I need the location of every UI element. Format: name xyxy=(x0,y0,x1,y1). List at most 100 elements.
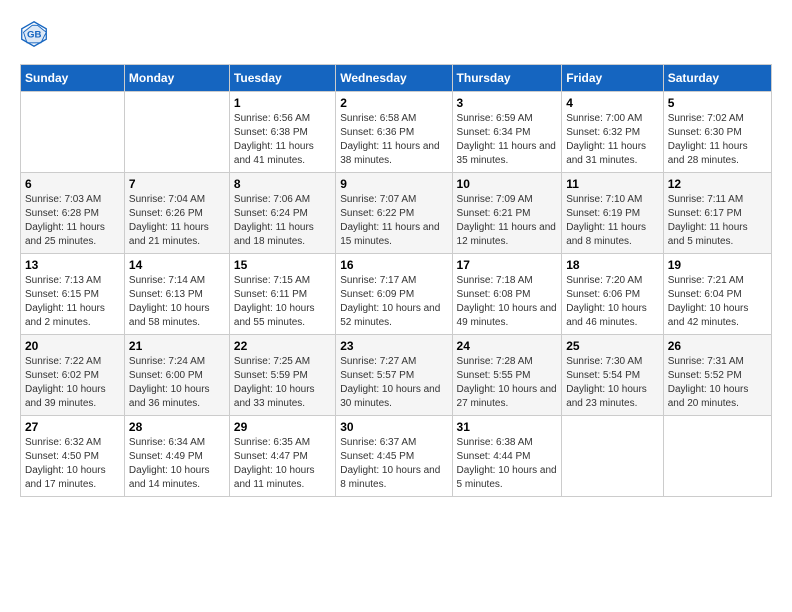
day-info: Sunrise: 7:28 AM Sunset: 5:55 PM Dayligh… xyxy=(457,355,558,411)
day-cell: 25 Sunrise: 7:30 AM Sunset: 5:54 PM Dayli… xyxy=(562,335,664,416)
day-cell: 28Sunrise: 6:34 AM Sunset: 4:49 PM Dayli… xyxy=(124,416,229,497)
svg-text:GB: GB xyxy=(27,30,41,41)
day-info: Sunrise: 6:38 AM Sunset: 4:44 PM Dayligh… xyxy=(457,436,558,492)
day-info: Sunrise: 7:13 AM Sunset: 6:15 PM Dayligh… xyxy=(25,274,120,330)
day-cell: 19Sunrise: 7:21 AM Sunset: 6:04 PM Dayli… xyxy=(663,254,771,335)
day-number: 22 xyxy=(234,339,331,353)
day-cell: 27 Sunrise: 6:32 AM Sunset: 4:50 PM Dayli… xyxy=(21,416,125,497)
day-cell: 30 Sunrise: 6:37 AM Sunset: 4:45 PM Dayli… xyxy=(336,416,452,497)
day-cell xyxy=(124,92,229,173)
calendar-table: SundayMondayTuesdayWednesdayThursdayFrid… xyxy=(20,64,772,497)
day-cell: 26Sunrise: 7:31 AM Sunset: 5:52 PM Dayli… xyxy=(663,335,771,416)
day-number: 2 xyxy=(340,96,447,110)
day-number: 12 xyxy=(668,177,767,191)
day-info: Sunrise: 7:11 AM Sunset: 6:17 PM Dayligh… xyxy=(668,193,767,249)
day-number: 6 xyxy=(25,177,120,191)
day-number: 16 xyxy=(340,258,447,272)
day-number: 21 xyxy=(129,339,225,353)
day-info: Sunrise: 6:34 AM Sunset: 4:49 PM Dayligh… xyxy=(129,436,225,492)
day-info: Sunrise: 7:21 AM Sunset: 6:04 PM Dayligh… xyxy=(668,274,767,330)
day-info: Sunrise: 7:09 AM Sunset: 6:21 PM Dayligh… xyxy=(457,193,558,249)
day-cell: 1 Sunrise: 6:56 AM Sunset: 6:38 PM Daylig… xyxy=(229,92,335,173)
week-row: 27 Sunrise: 6:32 AM Sunset: 4:50 PM Dayli… xyxy=(21,416,772,497)
day-cell: 9 Sunrise: 7:07 AM Sunset: 6:22 PM Daylig… xyxy=(336,173,452,254)
day-cell: 23 Sunrise: 7:27 AM Sunset: 5:57 PM Dayli… xyxy=(336,335,452,416)
day-cell: 18 Sunrise: 7:20 AM Sunset: 6:06 PM Dayli… xyxy=(562,254,664,335)
day-cell: 3 Sunrise: 6:59 AM Sunset: 6:34 PM Daylig… xyxy=(452,92,562,173)
day-cell: 12 Sunrise: 7:11 AM Sunset: 6:17 PM Dayli… xyxy=(663,173,771,254)
day-number: 1 xyxy=(234,96,331,110)
day-cell: 24 Sunrise: 7:28 AM Sunset: 5:55 PM Dayli… xyxy=(452,335,562,416)
day-info: Sunrise: 7:15 AM Sunset: 6:11 PM Dayligh… xyxy=(234,274,331,330)
day-cell: 7 Sunrise: 7:04 AM Sunset: 6:26 PM Daylig… xyxy=(124,173,229,254)
logo-icon: GB xyxy=(20,20,48,48)
day-info: Sunrise: 7:04 AM Sunset: 6:26 PM Dayligh… xyxy=(129,193,225,249)
page-header: GB xyxy=(20,20,772,48)
day-number: 29 xyxy=(234,420,331,434)
day-info: Sunrise: 7:20 AM Sunset: 6:06 PM Dayligh… xyxy=(566,274,659,330)
day-info: Sunrise: 6:56 AM Sunset: 6:38 PM Dayligh… xyxy=(234,112,331,168)
day-number: 17 xyxy=(457,258,558,272)
day-number: 27 xyxy=(25,420,120,434)
header-friday: Friday xyxy=(562,65,664,92)
day-number: 9 xyxy=(340,177,447,191)
day-info: Sunrise: 7:25 AM Sunset: 5:59 PM Dayligh… xyxy=(234,355,331,411)
week-row: 1 Sunrise: 6:56 AM Sunset: 6:38 PM Daylig… xyxy=(21,92,772,173)
day-info: Sunrise: 7:30 AM Sunset: 5:54 PM Dayligh… xyxy=(566,355,659,411)
day-number: 25 xyxy=(566,339,659,353)
day-cell: 10 Sunrise: 7:09 AM Sunset: 6:21 PM Dayli… xyxy=(452,173,562,254)
day-cell xyxy=(21,92,125,173)
day-cell: 11 Sunrise: 7:10 AM Sunset: 6:19 PM Dayli… xyxy=(562,173,664,254)
day-info: Sunrise: 6:58 AM Sunset: 6:36 PM Dayligh… xyxy=(340,112,447,168)
header-monday: Monday xyxy=(124,65,229,92)
day-cell: 4Sunrise: 7:00 AM Sunset: 6:32 PM Daylig… xyxy=(562,92,664,173)
day-info: Sunrise: 6:37 AM Sunset: 4:45 PM Dayligh… xyxy=(340,436,447,492)
day-cell: 14Sunrise: 7:14 AM Sunset: 6:13 PM Dayli… xyxy=(124,254,229,335)
day-number: 24 xyxy=(457,339,558,353)
day-number: 11 xyxy=(566,177,659,191)
day-number: 5 xyxy=(668,96,767,110)
day-info: Sunrise: 7:31 AM Sunset: 5:52 PM Dayligh… xyxy=(668,355,767,411)
day-number: 18 xyxy=(566,258,659,272)
day-number: 7 xyxy=(129,177,225,191)
day-number: 31 xyxy=(457,420,558,434)
week-row: 6 Sunrise: 7:03 AM Sunset: 6:28 PM Daylig… xyxy=(21,173,772,254)
day-number: 4 xyxy=(566,96,659,110)
day-info: Sunrise: 7:27 AM Sunset: 5:57 PM Dayligh… xyxy=(340,355,447,411)
day-info: Sunrise: 7:17 AM Sunset: 6:09 PM Dayligh… xyxy=(340,274,447,330)
day-info: Sunrise: 7:24 AM Sunset: 6:00 PM Dayligh… xyxy=(129,355,225,411)
day-cell: 5Sunrise: 7:02 AM Sunset: 6:30 PM Daylig… xyxy=(663,92,771,173)
day-number: 23 xyxy=(340,339,447,353)
day-info: Sunrise: 7:06 AM Sunset: 6:24 PM Dayligh… xyxy=(234,193,331,249)
day-info: Sunrise: 7:03 AM Sunset: 6:28 PM Dayligh… xyxy=(25,193,120,249)
week-row: 20 Sunrise: 7:22 AM Sunset: 6:02 PM Dayli… xyxy=(21,335,772,416)
day-number: 30 xyxy=(340,420,447,434)
day-info: Sunrise: 7:07 AM Sunset: 6:22 PM Dayligh… xyxy=(340,193,447,249)
calendar-header: SundayMondayTuesdayWednesdayThursdayFrid… xyxy=(21,65,772,92)
header-saturday: Saturday xyxy=(663,65,771,92)
header-tuesday: Tuesday xyxy=(229,65,335,92)
day-number: 13 xyxy=(25,258,120,272)
day-number: 10 xyxy=(457,177,558,191)
day-cell xyxy=(663,416,771,497)
day-cell: 21 Sunrise: 7:24 AM Sunset: 6:00 PM Dayli… xyxy=(124,335,229,416)
day-info: Sunrise: 6:32 AM Sunset: 4:50 PM Dayligh… xyxy=(25,436,120,492)
day-number: 15 xyxy=(234,258,331,272)
week-row: 13 Sunrise: 7:13 AM Sunset: 6:15 PM Dayli… xyxy=(21,254,772,335)
day-cell: 13 Sunrise: 7:13 AM Sunset: 6:15 PM Dayli… xyxy=(21,254,125,335)
header-wednesday: Wednesday xyxy=(336,65,452,92)
day-cell: 8Sunrise: 7:06 AM Sunset: 6:24 PM Daylig… xyxy=(229,173,335,254)
day-number: 3 xyxy=(457,96,558,110)
header-thursday: Thursday xyxy=(452,65,562,92)
day-info: Sunrise: 7:22 AM Sunset: 6:02 PM Dayligh… xyxy=(25,355,120,411)
day-cell: 31 Sunrise: 6:38 AM Sunset: 4:44 PM Dayli… xyxy=(452,416,562,497)
calendar-body: 1 Sunrise: 6:56 AM Sunset: 6:38 PM Daylig… xyxy=(21,92,772,497)
day-info: Sunrise: 7:10 AM Sunset: 6:19 PM Dayligh… xyxy=(566,193,659,249)
day-cell: 15 Sunrise: 7:15 AM Sunset: 6:11 PM Dayli… xyxy=(229,254,335,335)
day-cell: 16 Sunrise: 7:17 AM Sunset: 6:09 PM Dayli… xyxy=(336,254,452,335)
day-info: Sunrise: 6:35 AM Sunset: 4:47 PM Dayligh… xyxy=(234,436,331,492)
day-cell: 20 Sunrise: 7:22 AM Sunset: 6:02 PM Dayli… xyxy=(21,335,125,416)
day-number: 20 xyxy=(25,339,120,353)
day-info: Sunrise: 6:59 AM Sunset: 6:34 PM Dayligh… xyxy=(457,112,558,168)
day-info: Sunrise: 7:18 AM Sunset: 6:08 PM Dayligh… xyxy=(457,274,558,330)
